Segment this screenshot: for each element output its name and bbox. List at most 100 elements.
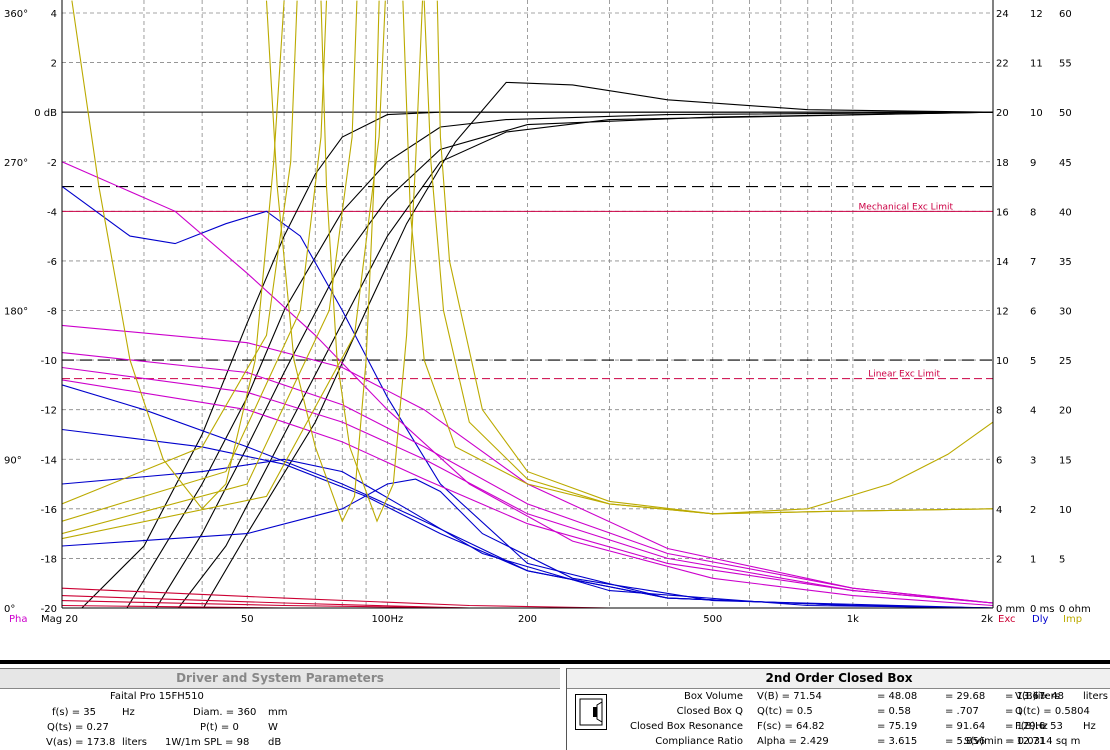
box-design-value[interactable]: V(B) = 48: [1015, 691, 1064, 702]
pt-value[interactable]: P(t) = 0: [200, 722, 239, 733]
legend-label-exc: Exc: [998, 614, 1016, 625]
tick-label-delay: 3: [1030, 455, 1036, 466]
phase-axis-label: Pha: [9, 614, 28, 625]
tick-label-delay: 8: [1030, 207, 1036, 218]
tick-label-phase: 270°: [4, 158, 28, 169]
series-line-25: [62, 0, 386, 540]
pt-unit: W: [268, 722, 278, 733]
box-design-value[interactable]: F(B) = 53: [1015, 721, 1063, 732]
box-param-value[interactable]: F(sc) = 64.82: [757, 721, 825, 732]
tick-label-exc: 2: [996, 554, 1002, 565]
tick-label-imp: 15: [1059, 455, 1072, 466]
box-param-value[interactable]: = 75.19: [877, 721, 917, 732]
tick-label-imp: 25: [1059, 356, 1072, 367]
series-line-19: [71, 0, 285, 510]
series-line-5: [62, 186, 993, 608]
vas-value[interactable]: V(as) = 173.8: [46, 737, 115, 748]
tick-label-mag: -12: [41, 406, 57, 417]
tick-label-mag: -4: [47, 207, 57, 218]
tick-label-imp: 10: [1059, 505, 1072, 516]
tick-label-exc: 20: [996, 108, 1009, 119]
box-param-value[interactable]: V(B) = 71.54: [757, 691, 822, 702]
box-param-value[interactable]: = 29.68: [945, 691, 985, 702]
tick-label-mag: -14: [41, 455, 57, 466]
tick-label-exc: 6: [996, 455, 1002, 466]
box-param-label: Closed Box Q: [676, 706, 743, 717]
closed-box-panel[interactable]: 2nd Order Closed Box Box Volume V(B) = 71…: [566, 668, 1110, 750]
box-param-value[interactable]: = 48.08: [877, 691, 917, 702]
tick-label-mag: -2: [47, 158, 57, 169]
series-line-22: [62, 0, 298, 505]
box-param-value[interactable]: = 3.615: [877, 736, 917, 747]
box-param-value[interactable]: = 91.64: [945, 721, 985, 732]
qts-value[interactable]: Q(ts) = 0.27: [47, 722, 109, 733]
tick-label-phase: 90°: [4, 455, 22, 466]
tick-label-mag: -8: [47, 307, 57, 318]
tick-label-imp: 30: [1059, 307, 1072, 318]
tick-label-imp: 20: [1059, 406, 1072, 417]
tick-label-delay: 7: [1030, 257, 1036, 268]
series-line-4: [202, 81, 993, 608]
box-param-value[interactable]: Alpha = 2.429: [757, 736, 829, 747]
panel-divider: [0, 660, 1110, 664]
box-design-value[interactable]: Q(tc) = 0.5804: [1015, 706, 1090, 717]
chart-labels: 420 dB-2-4-6-8-10-12-14-16-18-20360°270°…: [4, 9, 1091, 625]
tick-label-exc: 18: [996, 158, 1009, 169]
tick-label-mag: 4: [51, 9, 57, 20]
legend-label-dly: Dly: [1032, 614, 1048, 625]
box-param-value[interactable]: = 0.58: [877, 706, 911, 717]
tick-label-exc: 8: [996, 406, 1002, 417]
driver-model: Faital Pro 15FH510: [110, 691, 204, 702]
series-line-26: [402, 0, 993, 515]
tick-label-delay: 12: [1030, 9, 1043, 20]
vas-unit: liters: [122, 737, 147, 748]
tick-label-imp: 60: [1059, 9, 1072, 20]
tick-label-exc: 10: [996, 356, 1009, 367]
fs-value[interactable]: f(s) = 35: [52, 707, 96, 718]
x-tick-label: 500: [703, 614, 722, 625]
box-design-unit: Hz: [1083, 721, 1096, 732]
legend-label-imp: Imp: [1063, 614, 1082, 625]
tick-label-delay: 11: [1030, 59, 1043, 70]
tick-label-delay: 6: [1030, 307, 1036, 318]
tick-label-exc: 22: [996, 59, 1009, 70]
box-param-value[interactable]: = .707: [945, 706, 979, 717]
driver-panel-title: Driver and System Parameters: [0, 669, 560, 689]
tick-label-mag: -10: [41, 356, 57, 367]
series-line-27: [423, 0, 993, 515]
x-tick-label: 2k: [981, 614, 993, 625]
tick-label-mag: 2: [51, 59, 57, 70]
tick-label-exc: 16: [996, 207, 1009, 218]
box-param-value[interactable]: Q(tc) = 0.5: [757, 706, 813, 717]
tick-label-delay: 1: [1030, 554, 1036, 565]
driver-parameters-panel[interactable]: Driver and System Parameters Faital Pro …: [0, 668, 560, 750]
annotation-linear-limit: Linear Exc Limit: [868, 370, 940, 380]
box-design-value[interactable]: S(v)min = 0.0314 sq m: [964, 736, 1080, 747]
tick-label-imp: 55: [1059, 59, 1072, 70]
box-param-label: Closed Box Resonance: [630, 721, 743, 732]
series-line-24: [62, 0, 358, 535]
x-tick-label: 200: [518, 614, 537, 625]
tick-label-delay: 10: [1030, 108, 1043, 119]
tick-label-mag: -6: [47, 257, 57, 268]
tick-label-exc: 24: [996, 9, 1009, 20]
tick-label-delay: 2: [1030, 505, 1036, 516]
annotation-mechanical-limit: Mechanical Exc Limit: [859, 202, 954, 212]
frequency-response-chart: 420 dB-2-4-6-8-10-12-14-16-18-20360°270°…: [4, 0, 1091, 625]
tick-label-exc: 4: [996, 505, 1002, 516]
chart-grid: [61, 0, 994, 609]
diam-value[interactable]: Diam. = 360: [193, 707, 256, 718]
series-line-28: [436, 0, 993, 515]
tick-label-imp: 45: [1059, 158, 1072, 169]
tick-label-delay: 5: [1030, 356, 1036, 367]
x-tick-label: 100Hz: [371, 614, 403, 625]
tick-label-imp: 35: [1059, 257, 1072, 268]
series-line-10: [62, 161, 993, 607]
tick-label-phase: 180°: [4, 307, 28, 318]
tick-label-mag: -18: [41, 554, 57, 565]
box-param-label: Compliance Ratio: [655, 736, 743, 747]
tick-label-mag: 0 dB: [34, 108, 57, 119]
box-design-unit: liters: [1083, 691, 1108, 702]
x-tick-label: 1k: [847, 614, 859, 625]
spl-value[interactable]: 1W/1m SPL = 98: [165, 737, 249, 748]
